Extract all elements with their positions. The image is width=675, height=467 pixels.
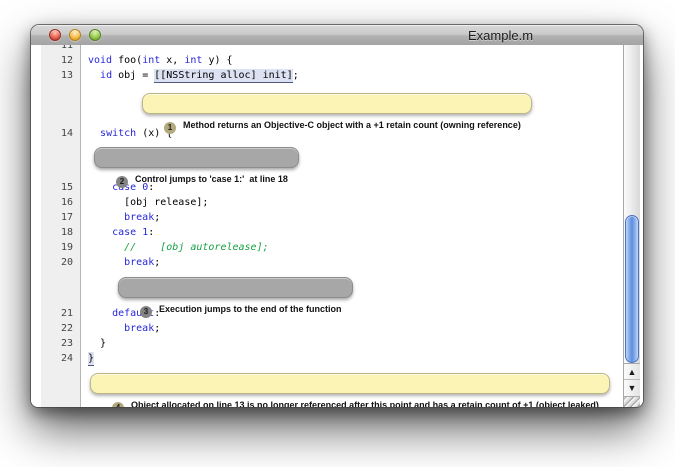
code-line-16: 16 [obj release];	[31, 195, 643, 210]
code-segment: case	[112, 227, 136, 238]
code-line-24: 24}	[31, 351, 643, 366]
code-text: }	[88, 336, 106, 351]
code-segment: void	[88, 55, 112, 66]
code-segment: ;	[154, 257, 160, 268]
zoom-button-icon[interactable]	[89, 29, 101, 41]
code-line-12: 12void foo(int x, int y) {	[31, 53, 643, 68]
highlighted-range: [[NSString alloc] init]	[154, 69, 292, 83]
code-segment: ;	[154, 212, 160, 223]
code-segment: switch	[100, 128, 136, 139]
code-segment: int	[184, 55, 202, 66]
code-segment: // [obj autorelease];	[124, 242, 269, 253]
highlighted-range: }	[88, 352, 94, 366]
line-number: 12	[41, 53, 73, 68]
code-line-19: 19 // [obj autorelease];	[31, 240, 643, 255]
line-number: 21	[41, 306, 73, 321]
line-number: 19	[41, 240, 73, 255]
minimize-button-icon[interactable]	[69, 29, 81, 41]
line-number: 16	[41, 195, 73, 210]
scroll-up-icon[interactable]: ▲	[624, 363, 640, 380]
bubble-text: Object allocated on line 13 is no longer…	[131, 400, 599, 407]
code-line-13: 13 id obj = [[NSString alloc] init];	[31, 68, 643, 83]
line-number: 22	[41, 321, 73, 336]
code-text: // [obj autorelease];	[88, 240, 269, 255]
step-number-badge: 4	[112, 402, 124, 407]
code-text: void foo(int x, int y) {	[88, 53, 233, 68]
mac-window: Example.m 1112void foo(int x, int y) {13…	[31, 25, 643, 407]
code-text: case 1:	[88, 225, 154, 240]
line-number: 17	[41, 210, 73, 225]
code-segment: break	[124, 212, 154, 223]
code-viewer: 1112void foo(int x, int y) {13 id obj = …	[31, 45, 643, 407]
analyzer-bubble-4[interactable]: 4Object allocated on line 13 is no longe…	[90, 373, 610, 394]
code-text: break;	[88, 210, 160, 225]
step-number-badge: 2	[116, 176, 128, 188]
line-number: 11	[41, 45, 73, 53]
code-segment: int	[142, 55, 160, 66]
line-number: 23	[41, 336, 73, 351]
close-button-icon[interactable]	[49, 29, 61, 41]
line-number: 15	[41, 180, 73, 195]
title-bar[interactable]: Example.m	[31, 25, 643, 46]
resize-grip[interactable]	[624, 396, 640, 407]
analyzer-bubble-1[interactable]: 1Method returns an Objective-C object wi…	[142, 93, 532, 114]
code-line-20: 20 break;	[31, 255, 643, 270]
code-segment	[88, 308, 112, 319]
scrollbar-thumb[interactable]	[625, 215, 639, 363]
line-number: 14	[41, 126, 73, 141]
code-line-11: 11	[31, 45, 643, 53]
code-line-17: 17 break;	[31, 210, 643, 225]
code-segment: obj =	[112, 70, 154, 81]
window-title: Example.m	[468, 28, 533, 43]
step-number-badge: 1	[164, 122, 176, 134]
vertical-scrollbar[interactable]: ▲ ▼	[623, 45, 640, 407]
analyzer-bubble-2[interactable]: 2Control jumps to 'case 1:' at line 18	[94, 147, 299, 168]
code-line-22: 22 break;	[31, 321, 643, 336]
line-number: 24	[41, 351, 73, 366]
bubble-text: Execution jumps to the end of the functi…	[159, 304, 342, 314]
code-segment: }	[88, 338, 106, 349]
code-segment	[88, 323, 124, 334]
code-segment	[88, 70, 100, 81]
code-segment: y) {	[202, 55, 232, 66]
code-segment	[88, 212, 124, 223]
code-segment: foo(	[112, 55, 142, 66]
code-line-18: 18 case 1:	[31, 225, 643, 240]
line-number: 18	[41, 225, 73, 240]
scroll-down-icon[interactable]: ▼	[624, 379, 640, 396]
code-segment	[88, 128, 100, 139]
code-segment: ;	[293, 70, 299, 81]
code-segment: id	[100, 70, 112, 81]
code-text: break;	[88, 255, 160, 270]
code-text: }	[88, 351, 94, 366]
code-text: id obj = [[NSString alloc] init];	[88, 68, 299, 83]
code-segment: ;	[154, 323, 160, 334]
step-number-badge: 3	[140, 306, 152, 318]
code-segment: :	[148, 227, 154, 238]
code-segment: break	[124, 257, 154, 268]
code-segment	[88, 242, 124, 253]
line-number: 20	[41, 255, 73, 270]
code-segment: x,	[160, 55, 184, 66]
code-segment	[88, 227, 112, 238]
code-line-23: 23 }	[31, 336, 643, 351]
bubble-text: Control jumps to 'case 1:' at line 18	[135, 174, 288, 184]
bubble-text: Method returns an Objective-C object wit…	[183, 120, 521, 130]
code-segment	[88, 257, 124, 268]
line-number: 13	[41, 68, 73, 83]
analyzer-bubble-3[interactable]: 3Execution jumps to the end of the funct…	[118, 277, 353, 298]
